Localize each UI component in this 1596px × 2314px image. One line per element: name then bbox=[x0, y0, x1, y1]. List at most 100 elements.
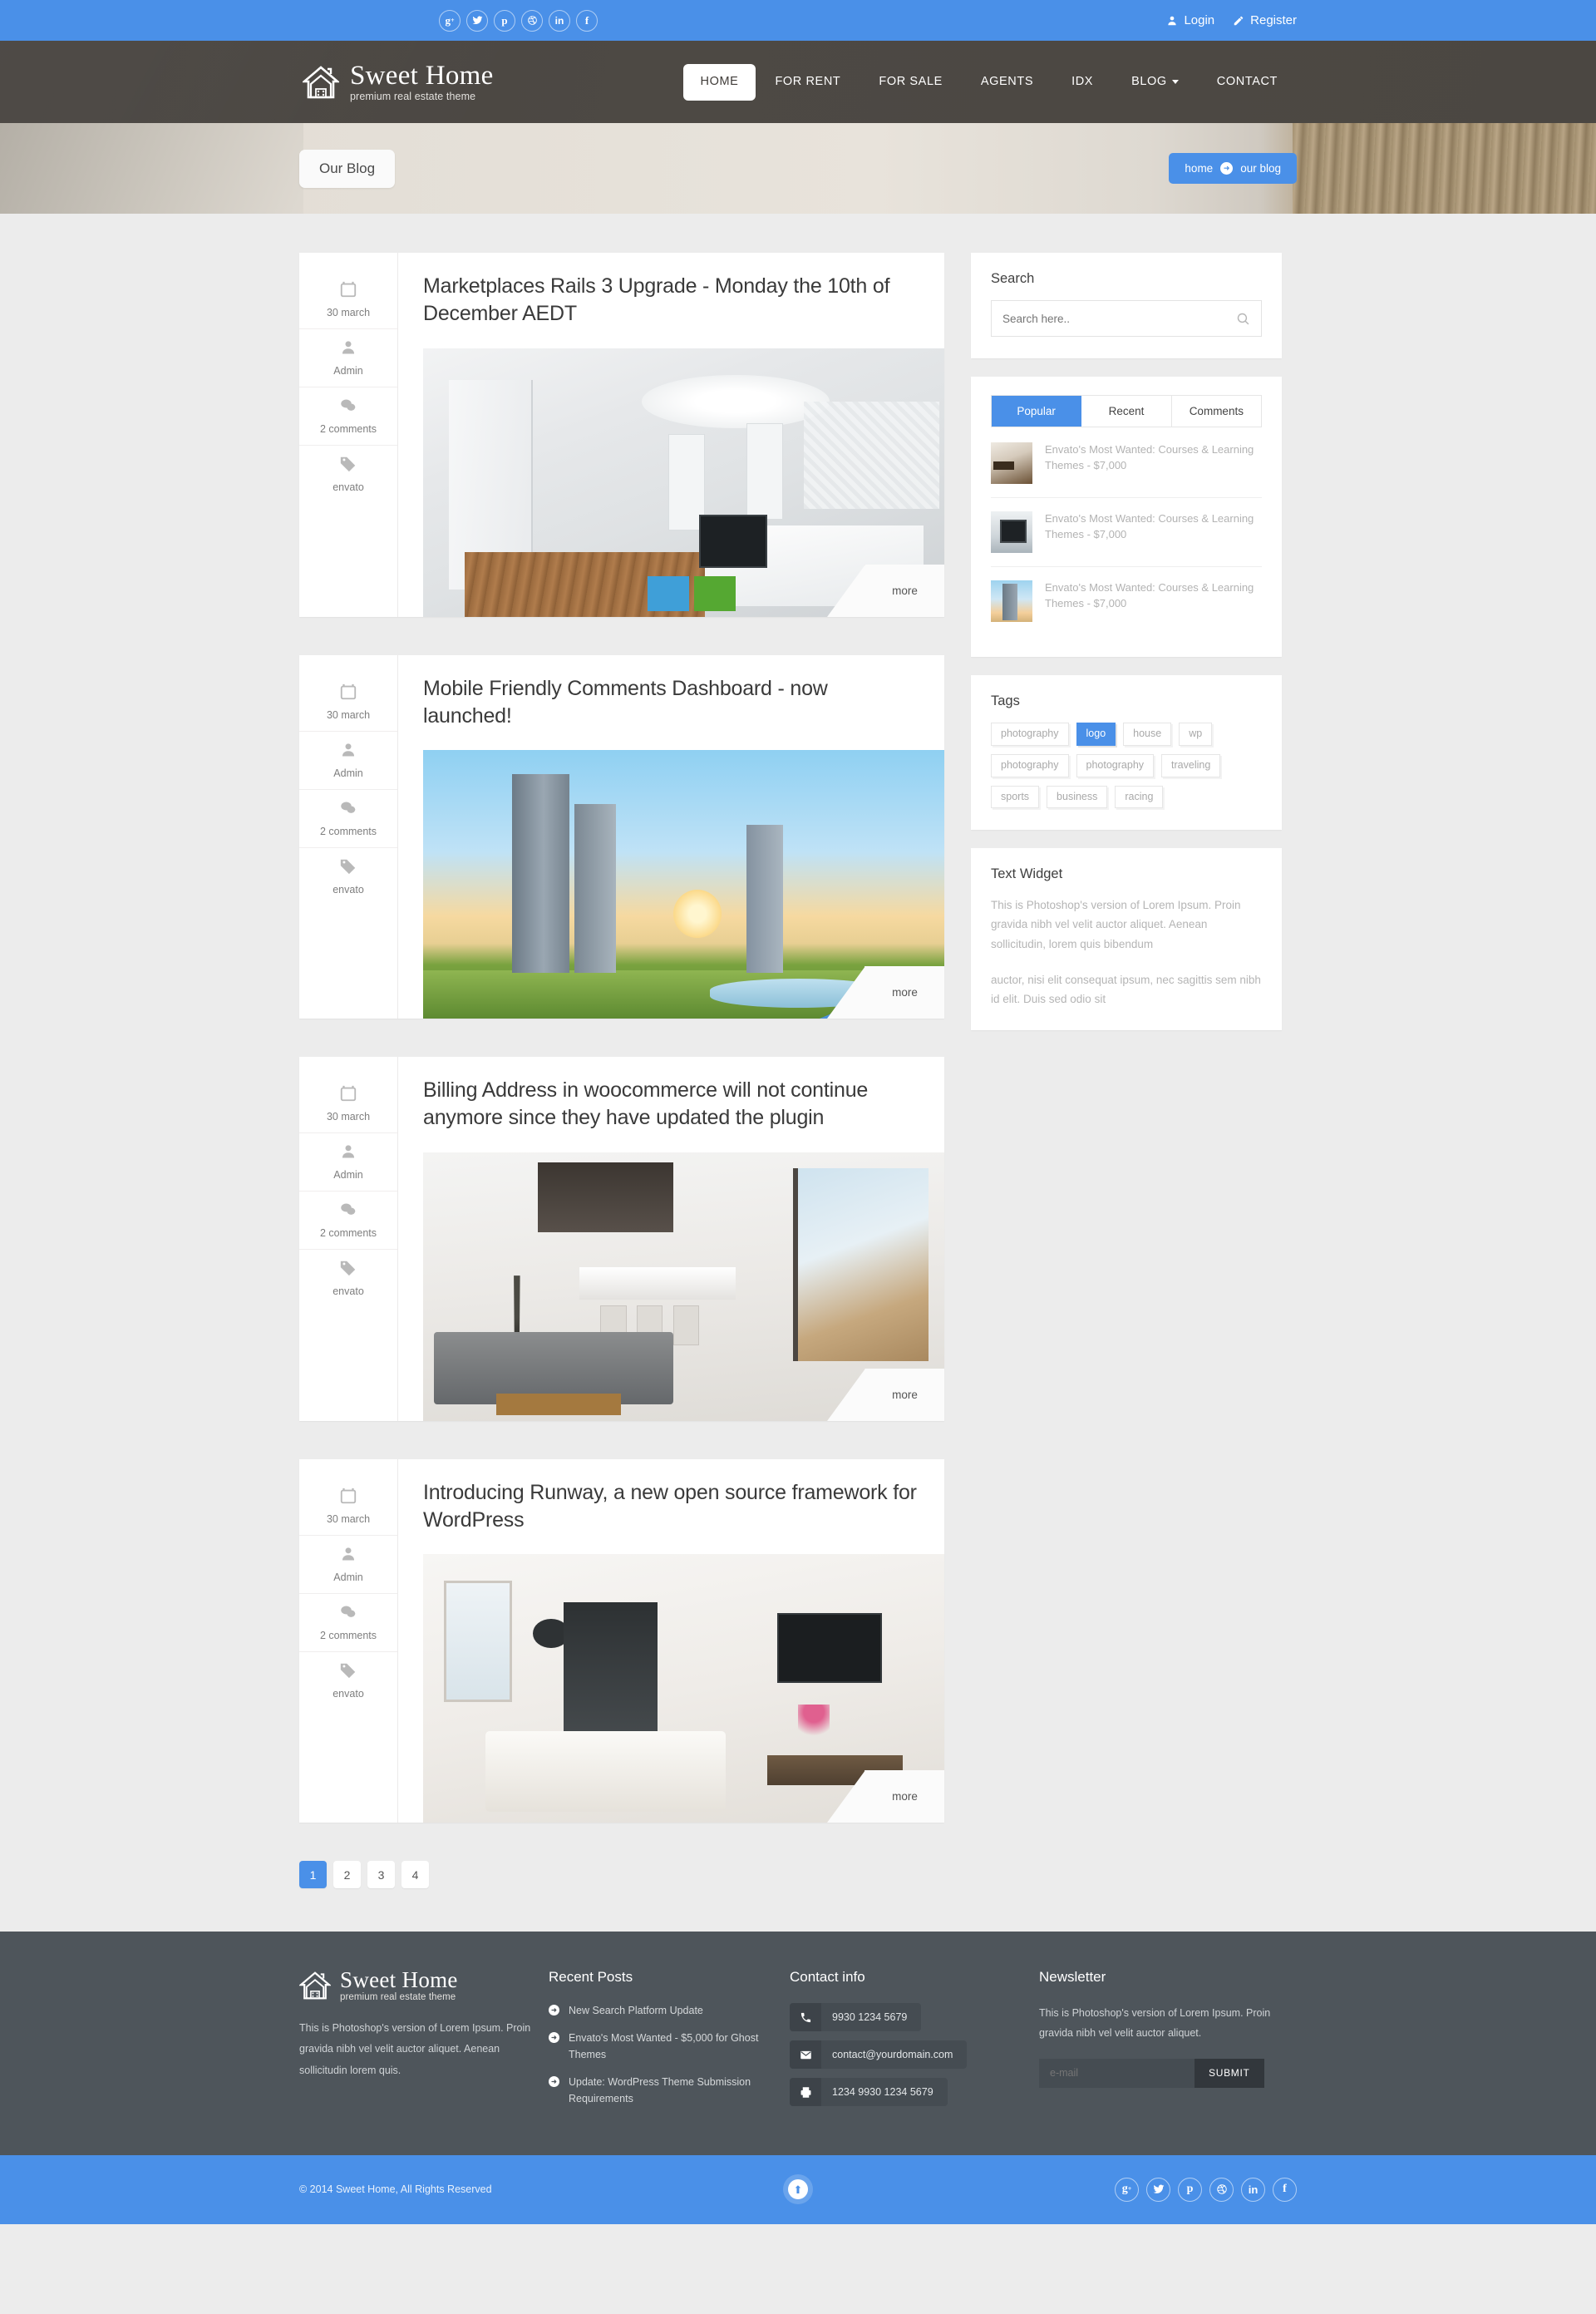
login-link[interactable]: Login bbox=[1166, 13, 1214, 27]
newsletter-email-input[interactable] bbox=[1039, 2058, 1195, 2088]
post-comments: 2 comments bbox=[299, 387, 397, 440]
list-item[interactable]: ➜ Envato's Most Wanted - $5,000 for Ghos… bbox=[549, 2030, 790, 2063]
list-item-label: Envato's Most Wanted: Courses & Learning… bbox=[1045, 581, 1254, 609]
tab-comments[interactable]: Comments bbox=[1171, 396, 1261, 427]
tag-wp[interactable]: wp bbox=[1179, 723, 1213, 746]
read-more-button[interactable]: more bbox=[827, 564, 944, 617]
pinterest-icon[interactable]: p bbox=[1178, 2177, 1202, 2202]
monitor-desk-thumbnail bbox=[991, 511, 1032, 553]
search-input[interactable] bbox=[1002, 312, 1236, 325]
newsletter-submit-button[interactable]: SUBMIT bbox=[1195, 2058, 1264, 2088]
search-box[interactable] bbox=[991, 300, 1262, 337]
post-meta: 30 march Admin 2 comments envato bbox=[299, 1057, 398, 1421]
register-link[interactable]: Register bbox=[1233, 13, 1297, 27]
nav-item-idx[interactable]: IDX bbox=[1052, 76, 1112, 88]
sidebar: Search Popular Recent Comments bbox=[971, 253, 1282, 1048]
list-item[interactable]: ➜ New Search Platform Update bbox=[549, 2003, 790, 2019]
breadcrumb-home[interactable]: home bbox=[1185, 162, 1213, 175]
post-date: 30 march bbox=[299, 673, 397, 726]
pagination-page-3[interactable]: 3 bbox=[367, 1861, 395, 1888]
nav-item-contact[interactable]: CONTACT bbox=[1198, 76, 1297, 88]
dribbble-icon[interactable] bbox=[521, 9, 543, 32]
post-thumbnail[interactable]: more bbox=[423, 348, 944, 617]
nav-item-for-rent[interactable]: FOR RENT bbox=[756, 76, 860, 88]
post-title[interactable]: Introducing Runway, a new open source fr… bbox=[398, 1479, 944, 1535]
post-date-label: 30 march bbox=[326, 307, 371, 318]
tag-icon bbox=[299, 1256, 397, 1280]
google-plus-icon[interactable]: g + bbox=[1115, 2177, 1139, 2202]
nav-item-agents[interactable]: AGENTS bbox=[962, 76, 1052, 88]
read-more-button[interactable]: more bbox=[827, 1770, 944, 1823]
read-more-button[interactable]: more bbox=[827, 1368, 944, 1421]
post-title[interactable]: Mobile Friendly Comments Dashboard - now… bbox=[398, 675, 944, 731]
top-bar: g + p in f Login Register bbox=[0, 0, 1596, 41]
page-banner: Our Blog home ➜ our blog bbox=[0, 123, 1596, 214]
tag-business[interactable]: business bbox=[1047, 785, 1108, 809]
read-more-button[interactable]: more bbox=[827, 966, 944, 1019]
nav-item-home[interactable]: HOME bbox=[682, 63, 756, 101]
facebook-icon[interactable]: f bbox=[576, 9, 598, 32]
post-tag-label: envato bbox=[332, 883, 364, 896]
nav-item-for-sale[interactable]: FOR SALE bbox=[860, 76, 962, 88]
logo-name: Sweet Home bbox=[350, 60, 494, 91]
arrow-up-icon: ⬆ bbox=[788, 2179, 808, 2200]
list-item[interactable]: Envato's Most Wanted: Courses & Learning… bbox=[991, 567, 1262, 635]
tabs-widget: Popular Recent Comments Envato's Most Wa… bbox=[971, 377, 1282, 657]
pagination-page-4[interactable]: 4 bbox=[401, 1861, 429, 1888]
post-date-label: 30 march bbox=[326, 1512, 371, 1525]
post-author: Admin bbox=[299, 328, 397, 382]
post-comments-label: 2 comments bbox=[319, 825, 377, 837]
list-item[interactable]: ➜ Update: WordPress Theme Submission Req… bbox=[549, 2075, 790, 2107]
google-plus-icon[interactable]: g + bbox=[439, 9, 461, 32]
tag-racing[interactable]: racing bbox=[1115, 785, 1164, 809]
tags-widget: Tags photography logo house wp photograp… bbox=[971, 675, 1282, 831]
tag-photography-3[interactable]: photography bbox=[1076, 753, 1155, 777]
linkedin-icon[interactable]: in bbox=[549, 9, 570, 32]
tag-sports[interactable]: sports bbox=[991, 785, 1040, 809]
tag-house[interactable]: house bbox=[1123, 723, 1172, 746]
nav-item-blog[interactable]: BLOG bbox=[1112, 76, 1198, 88]
blog-post[interactable]: 30 march Admin 2 comments envato bbox=[299, 1458, 944, 1823]
list-item[interactable]: Envato's Most Wanted: Courses & Learning… bbox=[991, 429, 1262, 498]
dribbble-icon[interactable] bbox=[1209, 2177, 1234, 2202]
twitter-icon[interactable] bbox=[1146, 2177, 1170, 2202]
post-thumbnail[interactable]: more bbox=[423, 1152, 944, 1421]
search-icon[interactable] bbox=[1236, 312, 1250, 326]
post-thumbnail[interactable]: more bbox=[423, 750, 944, 1019]
site-logo[interactable]: Sweet Home premium real estate theme bbox=[303, 62, 494, 102]
newsletter-form: SUBMIT bbox=[1039, 2058, 1264, 2088]
pagination: 1 2 3 4 bbox=[299, 1861, 944, 1888]
tag-traveling[interactable]: traveling bbox=[1161, 753, 1221, 777]
blog-post[interactable]: 30 march Admin 2 comments envato bbox=[299, 1057, 944, 1421]
tab-recent[interactable]: Recent bbox=[1081, 396, 1172, 427]
linkedin-icon[interactable]: in bbox=[1241, 2177, 1265, 2202]
tab-popular[interactable]: Popular bbox=[992, 396, 1082, 427]
post-title[interactable]: Billing Address in woocommerce will not … bbox=[398, 1077, 944, 1132]
pagination-page-1[interactable]: 1 bbox=[299, 1861, 327, 1888]
calendar-icon bbox=[299, 1082, 397, 1105]
contact-email[interactable]: contact@yourdomain.com bbox=[790, 2040, 968, 2069]
tag-logo[interactable]: logo bbox=[1076, 723, 1116, 746]
blog-post[interactable]: 30 march Admin 2 comments envato bbox=[299, 654, 944, 1019]
twitter-icon[interactable] bbox=[466, 9, 488, 32]
post-thumbnail[interactable]: more bbox=[423, 1554, 944, 1823]
facebook-icon[interactable]: f bbox=[1273, 2177, 1297, 2202]
user-icon bbox=[299, 336, 397, 359]
pagination-page-2[interactable]: 2 bbox=[333, 1861, 361, 1888]
post-title[interactable]: Marketplaces Rails 3 Upgrade - Monday th… bbox=[398, 273, 944, 328]
scroll-to-top-button[interactable]: ⬆ bbox=[783, 2174, 813, 2205]
list-item[interactable]: Envato's Most Wanted: Courses & Learning… bbox=[991, 498, 1262, 567]
post-date-label: 30 march bbox=[326, 1111, 371, 1122]
comment-icon bbox=[299, 1601, 397, 1624]
page-title: Our Blog bbox=[299, 149, 396, 188]
footer-logo[interactable]: Sweet Home premium real estate theme bbox=[299, 1969, 549, 2003]
blog-post[interactable]: 30 march Admin 2 comments envato bbox=[299, 253, 944, 617]
comment-icon bbox=[299, 394, 397, 417]
contact-phone[interactable]: 9930 1234 5679 bbox=[790, 2003, 922, 2031]
post-author: Admin bbox=[299, 1534, 397, 1588]
contact-fax[interactable]: 1234 9930 1234 5679 bbox=[790, 2078, 948, 2106]
tag-photography-2[interactable]: photography bbox=[991, 753, 1069, 777]
site-header: Sweet Home premium real estate theme HOM… bbox=[0, 41, 1596, 123]
pinterest-icon[interactable]: p bbox=[494, 9, 515, 32]
tag-photography[interactable]: photography bbox=[991, 723, 1069, 746]
